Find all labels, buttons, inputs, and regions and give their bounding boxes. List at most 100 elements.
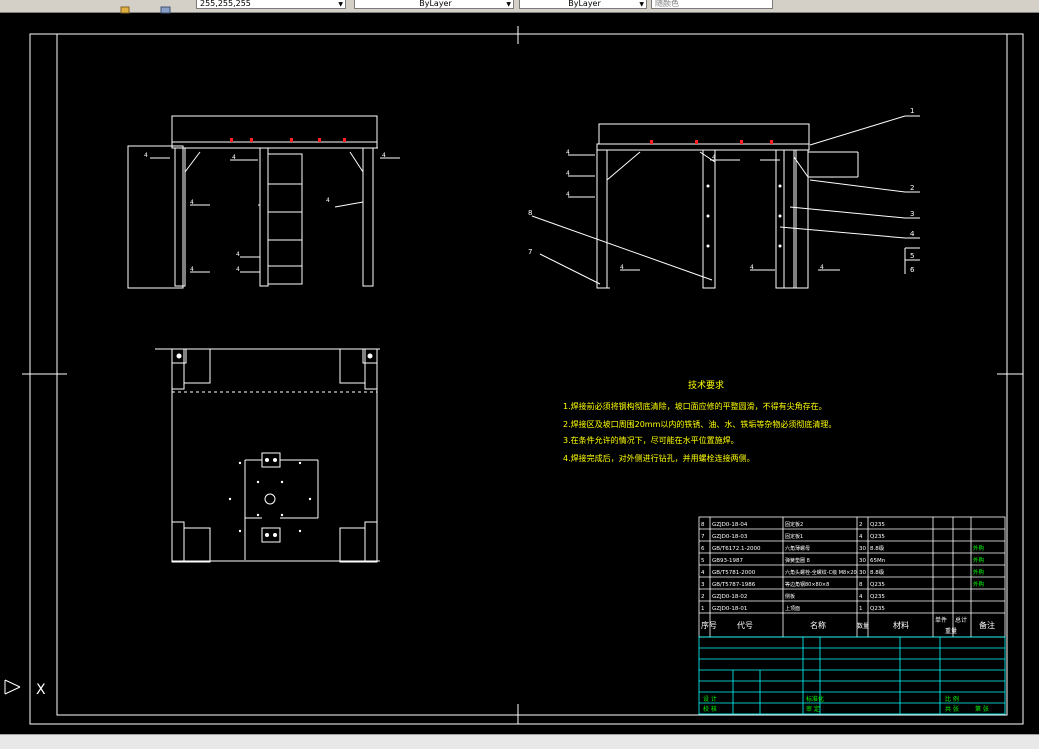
checker-label: 校 核 — [703, 705, 717, 713]
top-view — [155, 348, 380, 563]
bom-cell-no: 3 — [701, 582, 705, 588]
bom-header-note: 备注 — [979, 620, 995, 630]
linetype-value: ByLayer — [419, 0, 452, 8]
bom-cell-qty: 30 — [859, 558, 866, 564]
bom-cell-name: 固定板2 — [785, 521, 803, 528]
bom-cell-name: 固定板1 — [785, 533, 803, 540]
callout-6: 6 — [910, 266, 915, 274]
technical-notes: 技术要求 1.焊接前必须将钢构彻底清除，坡口面应修的平整圆滑，不得有尖角存在。 … — [563, 379, 836, 463]
weld-mark: 4 — [566, 191, 570, 198]
callout-3: 3 — [910, 210, 914, 218]
bom-cell-name: 上顶面 — [785, 605, 800, 612]
bom-cell-name: 六角头螺栓-全螺纹-C级 M8×20 — [785, 569, 857, 576]
bom-cell-name: 等边角钢80×80×8 — [785, 581, 829, 588]
callout-5: 5 — [910, 252, 914, 260]
callout-numbers: 1 2 3 4 5 6 7 8 — [528, 107, 915, 274]
lineweight-dropdown[interactable]: ByLayer ▼ — [519, 0, 647, 9]
weld-mark: 4 — [620, 264, 624, 271]
layer-stack-icon[interactable] — [160, 0, 172, 14]
bom-header-unit: 单件 — [935, 616, 947, 624]
layer-state-icon[interactable] — [120, 0, 132, 14]
weld-mark: 4 — [712, 154, 716, 161]
bom-cell-mat: Q235 — [870, 522, 885, 528]
title-block-text: 设 计 标准化 校 核 审 定 比 例 共 张 第 张 — [703, 695, 989, 713]
side-view — [531, 115, 920, 289]
weld-mark: 4 — [820, 264, 824, 271]
bom-cell-mat: 65Mn — [870, 558, 886, 564]
bom-cell-no: 2 — [701, 594, 705, 600]
bom-cell-note: 外购 — [973, 568, 985, 576]
bom-cell-mat: Q235 — [870, 534, 885, 540]
bom-cell-qty: 8 — [859, 582, 863, 588]
chevron-down-icon: ▼ — [639, 1, 644, 8]
bom-cell-no: 1 — [701, 606, 705, 612]
chevron-down-icon: ▼ — [338, 1, 343, 8]
bom-header-mat: 材料 — [893, 620, 909, 630]
weld-mark: 4 — [190, 199, 194, 206]
bom-cell-no: 4 — [701, 570, 705, 576]
bom-cell-code: GB/T6172.1-2000 — [712, 546, 761, 552]
bom-cell-qty: 30 — [859, 570, 866, 576]
weld-mark: 4 — [382, 152, 386, 159]
plotstyle-value: 随颜色 — [655, 0, 679, 8]
bom-cell-mat: 8.8级 — [870, 544, 885, 552]
bom-cell-mat: Q235 — [870, 606, 885, 612]
sheet-label: 共 张 — [945, 705, 959, 713]
bom-cell-code: GB/T5781-2000 — [712, 570, 756, 576]
bom-rows: 8 GZJD0-18-04 固定板2 2 Q235 7 GZJD0-18-03 固定板1 4 Q2… — [701, 521, 985, 612]
bom-header-name: 名称 — [810, 620, 826, 630]
bom-cell-note: 外购 — [973, 556, 985, 564]
weld-mark: 4 — [566, 149, 570, 156]
designer-label: 设 计 — [703, 695, 717, 703]
bom-cell-no: 5 — [701, 558, 705, 564]
bom-cell-qty: 1 — [859, 606, 863, 612]
bom-cell-mat: Q235 — [870, 594, 885, 600]
chevron-down-icon: ▼ — [506, 1, 511, 8]
callout-1: 1 — [910, 107, 914, 115]
front-view — [127, 115, 400, 289]
bom-header-total: 总计 — [955, 616, 967, 624]
tech-title: 技术要求 — [688, 379, 724, 391]
tech-note-3: 3.在条件允许的情况下，尽可能在水平位置施焊。 — [563, 435, 739, 445]
color-dropdown[interactable]: 255,255,255 ▼ — [196, 0, 346, 9]
weld-mark: 4 — [236, 266, 240, 273]
weld-mark: 4 — [190, 266, 194, 273]
linetype-dropdown[interactable]: ByLayer ▼ — [354, 0, 514, 9]
bom-cell-qty: 2 — [859, 522, 863, 528]
approver-label: 审 定 — [806, 705, 820, 713]
weld-mark: 4 — [232, 154, 236, 161]
standard-label: 标准化 — [806, 695, 824, 703]
bom-cell-note: 外购 — [973, 544, 985, 552]
bom-header-no: 序号 — [701, 620, 717, 630]
model-space-canvas[interactable]: 4 4 4 4 4 4 4 4 4 4 4 4 4 4 4 1 2 3 4 5 … — [0, 12, 1039, 734]
status-bar — [0, 734, 1039, 749]
bom-cell-name: 侧板 — [785, 593, 795, 600]
bom-cell-qty: 4 — [859, 594, 863, 600]
title-block — [698, 636, 1006, 715]
bom-cell-qty: 30 — [859, 546, 866, 552]
tech-note-1: 1.焊接前必须将钢构彻底清除，坡口面应修的平整圆滑，不得有尖角存在。 — [563, 401, 827, 411]
callout-8: 8 — [528, 209, 532, 217]
ucs-x-label: X — [36, 682, 46, 698]
sheet-outer-border — [29, 33, 1024, 725]
weld-mark: 4 — [144, 152, 148, 159]
tech-note-2: 2.焊接区及坡口周围20mm以内的铁锈、油、水、铁垢等杂物必须彻底清理。 — [563, 419, 836, 429]
bom-header-qty: 数量 — [857, 622, 869, 630]
bom-cell-code: GB/T5787-1986 — [712, 582, 756, 588]
weld-mark: 4 — [326, 197, 330, 204]
plotstyle-dropdown[interactable]: 随颜色 — [651, 0, 773, 9]
bom-header-code: 代号 — [737, 620, 753, 630]
bom-cell-mat: 8.8级 — [870, 568, 885, 576]
scale-label: 比 例 — [945, 695, 959, 703]
bom-cell-code: GB93-1987 — [712, 558, 744, 564]
bom-cell-code: GZJD0-18-04 — [712, 522, 748, 528]
ucs-icon — [4, 679, 21, 695]
bom-cell-code: GZJD0-18-03 — [712, 534, 748, 540]
bom-cell-note: 外购 — [973, 580, 985, 588]
bom-cell-name: 六角薄螺母 — [785, 545, 810, 552]
callout-2: 2 — [910, 184, 914, 192]
weld-mark: 4 — [566, 170, 570, 177]
bom-cell-no: 8 — [701, 522, 705, 528]
weld-mark: 4 — [750, 264, 754, 271]
bom-cell-name: 弹簧垫圈 8 — [785, 557, 810, 564]
